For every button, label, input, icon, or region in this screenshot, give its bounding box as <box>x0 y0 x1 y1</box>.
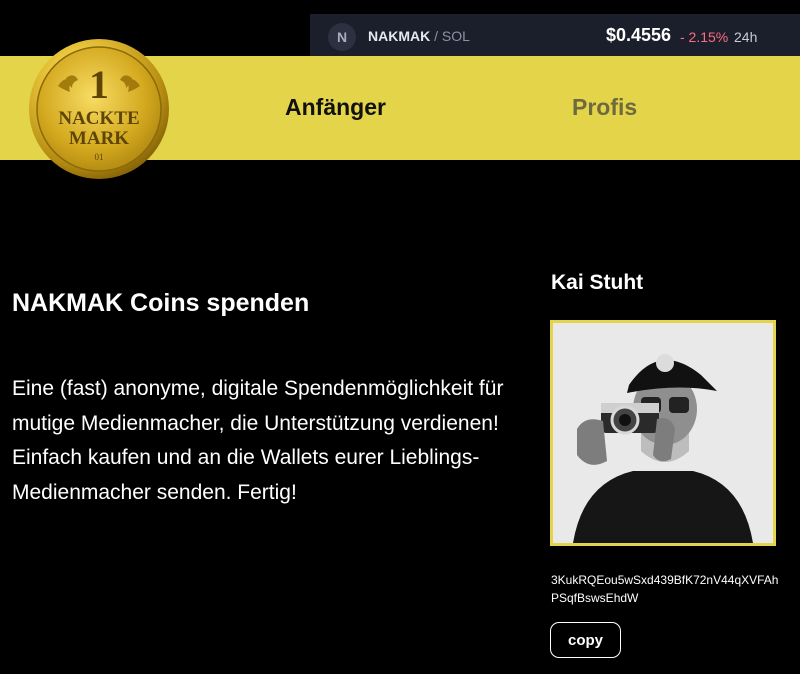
description-paragraph-2: Einfach kaufen und an die Wallets eurer … <box>12 446 480 504</box>
photographer-portrait-image <box>553 323 773 543</box>
token-pair: NAKMAK / SOL <box>368 28 470 44</box>
coin-text-line2: MARK <box>69 128 129 149</box>
nackte-mark-coin-logo[interactable]: 1 NACKTE MARK 01 <box>28 38 170 180</box>
coin-numeral: 1 <box>89 62 109 107</box>
nav-link-pros[interactable]: Profis <box>572 94 637 121</box>
coin-year: 01 <box>95 152 104 162</box>
description-paragraph-1: Eine (fast) anonyme, digitale Spendenmög… <box>12 377 504 435</box>
price-ticker[interactable]: N NAKMAK / SOL $0.4556 - 2.15% 24h <box>310 14 800 56</box>
nav-link-beginner[interactable]: Anfänger <box>285 94 386 121</box>
page-description: Eine (fast) anonyme, digitale Spendenmög… <box>12 372 512 510</box>
quote-symbol: SOL <box>441 28 470 44</box>
change-period: 24h <box>734 29 758 45</box>
price-change: - 2.15% <box>680 29 729 45</box>
wallet-address: 3KukRQEou5wSxd439BfK72nV44qXVFAhPSqfBsws… <box>551 573 779 605</box>
copy-wallet-button[interactable]: copy <box>550 622 621 658</box>
pair-separator: / <box>430 28 442 44</box>
creator-photo <box>550 320 776 546</box>
coin-text-line1: NACKTE <box>58 108 139 129</box>
token-badge: N <box>328 23 356 51</box>
creator-name: Kai Stuht <box>551 271 644 294</box>
page-title: NAKMAK Coins spenden <box>12 289 310 317</box>
token-symbol: NAKMAK <box>368 28 431 44</box>
token-price: $0.4556 <box>606 25 672 45</box>
